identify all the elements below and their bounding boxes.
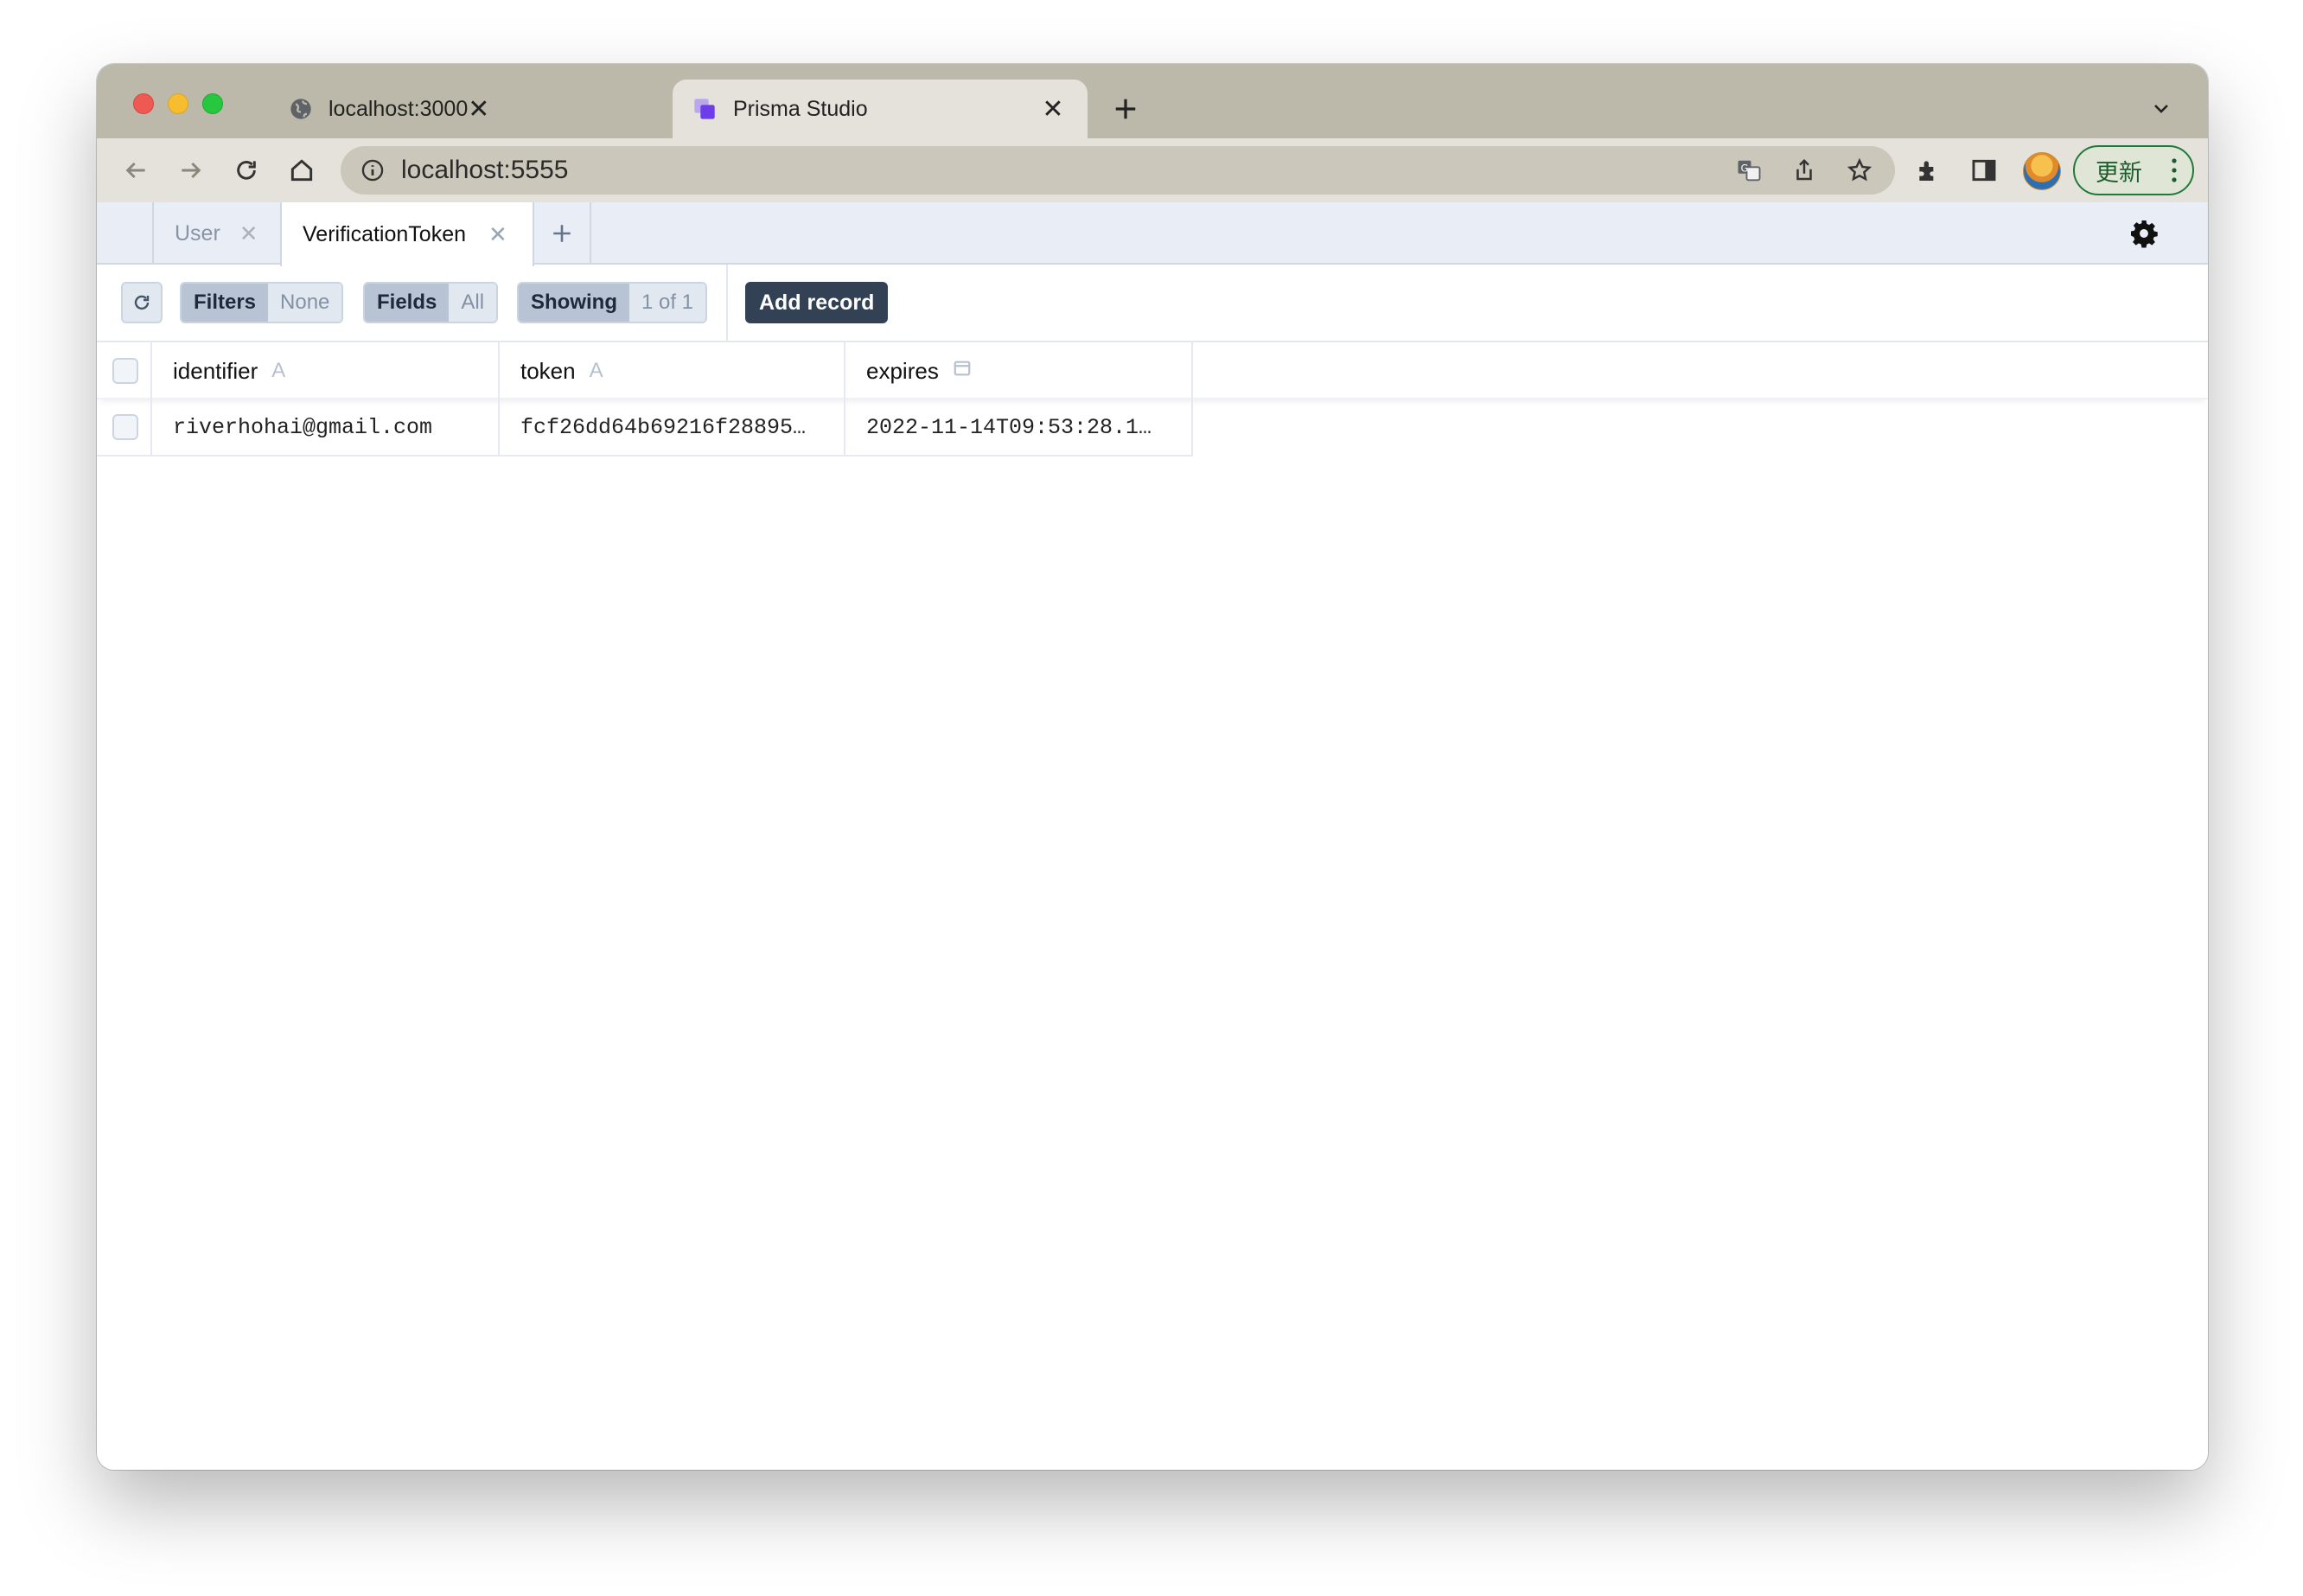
site-info-icon[interactable] [360,157,386,183]
filters-button[interactable]: Filters None [180,282,344,323]
model-tab-label: VerificationToken [303,221,467,246]
records-table: identifier A token A expires riverhohai@… [97,342,2208,456]
fields-button[interactable]: Fields All [363,282,499,323]
prisma-icon [692,96,718,122]
reload-icon[interactable] [226,150,266,190]
calendar-icon [953,359,972,384]
cell-identifier[interactable]: riverhohai@gmail.com [152,399,500,456]
close-tab-icon[interactable]: ✕ [1037,93,1069,124]
model-tab-verificationtoken[interactable]: VerificationToken ✕ [280,202,534,266]
model-tab-user[interactable]: User ✕ [152,202,280,265]
model-tab-label: User [175,220,220,246]
close-tab-icon[interactable]: ✕ [468,93,489,124]
url-text[interactable]: localhost:5555 [401,156,1729,185]
select-all-checkbox[interactable] [112,358,138,384]
filters-label: Filters [182,284,269,322]
showing-button[interactable]: Showing 1 of 1 [517,282,708,323]
prisma-studio-app: User ✕ VerificationToken ✕ Filters None [97,202,2208,1470]
showing-label: Showing [519,284,629,322]
update-button[interactable]: 更新 [2073,145,2194,195]
column-header-identifier[interactable]: identifier A [152,342,500,399]
fields-label: Fields [365,284,450,322]
column-name: token [520,357,576,384]
refresh-button[interactable] [121,282,163,323]
zoom-window-button[interactable] [202,93,223,114]
settings-gear-icon[interactable] [2128,218,2159,249]
home-icon[interactable] [282,150,322,190]
close-icon[interactable]: ✕ [239,220,258,247]
back-icon[interactable] [116,150,156,190]
extensions-icon[interactable] [1909,150,1949,190]
forward-icon[interactable] [171,150,211,190]
cell-expires[interactable]: 2022-11-14T09:53:28.1… [845,399,1193,456]
chevron-down-icon[interactable] [2144,92,2179,126]
divider [726,265,728,342]
filters-value: None [268,284,342,322]
globe-icon [289,96,313,122]
close-icon[interactable]: ✕ [488,221,507,248]
model-tabs-bar: User ✕ VerificationToken ✕ [97,202,2208,266]
column-header-expires[interactable]: expires [845,342,1193,399]
side-panel-icon[interactable] [1964,150,2004,190]
string-type-icon: A [271,359,286,382]
address-bar[interactable]: localhost:5555 G [341,146,1895,195]
plus-icon [553,225,571,242]
more-vert-icon [2172,158,2177,182]
table-row[interactable]: riverhohai@gmail.com fcf26dd64b69216f288… [97,399,2208,456]
translate-icon[interactable]: G [1729,150,1769,190]
fields-value: All [449,284,497,322]
showing-value: 1 of 1 [628,284,706,322]
minimize-window-button[interactable] [168,93,188,114]
row-select-cell [97,399,152,456]
browser-tab-title: Prisma Studio [733,96,868,121]
close-window-button[interactable] [133,93,154,114]
select-all-cell [97,342,152,399]
browser-window: localhost:3000 ✕ Prisma Studio ✕ localho… [97,64,2208,1470]
column-header-token[interactable]: token A [500,342,845,399]
new-tab-button[interactable] [1107,90,1145,128]
browser-tab-title: localhost:3000 [329,96,469,121]
svg-text:G: G [1741,163,1749,174]
row-checkbox[interactable] [112,414,138,440]
browser-toolbar: localhost:5555 G 更新 [97,138,2208,202]
table-controls: Filters None Fields All Showing 1 of 1 A… [97,265,2208,342]
profile-avatar[interactable] [2023,152,2061,190]
share-icon[interactable] [1784,150,1824,190]
update-button-label: 更新 [2096,159,2142,187]
column-name: identifier [173,357,258,384]
cell-token[interactable]: fcf26dd64b69216f28895… [500,399,845,456]
refresh-icon [134,295,150,310]
add-tab-button[interactable] [534,202,591,265]
bookmark-star-icon[interactable] [1840,150,1879,190]
column-name: expires [866,357,939,384]
string-type-icon: A [589,359,603,382]
table-header-row: identifier A token A expires [97,342,2208,399]
browser-tab-strip: localhost:3000 ✕ Prisma Studio ✕ [97,64,2208,138]
browser-tab-prisma-studio[interactable]: Prisma Studio ✕ [673,80,1088,138]
add-record-button[interactable]: Add record [745,282,889,323]
